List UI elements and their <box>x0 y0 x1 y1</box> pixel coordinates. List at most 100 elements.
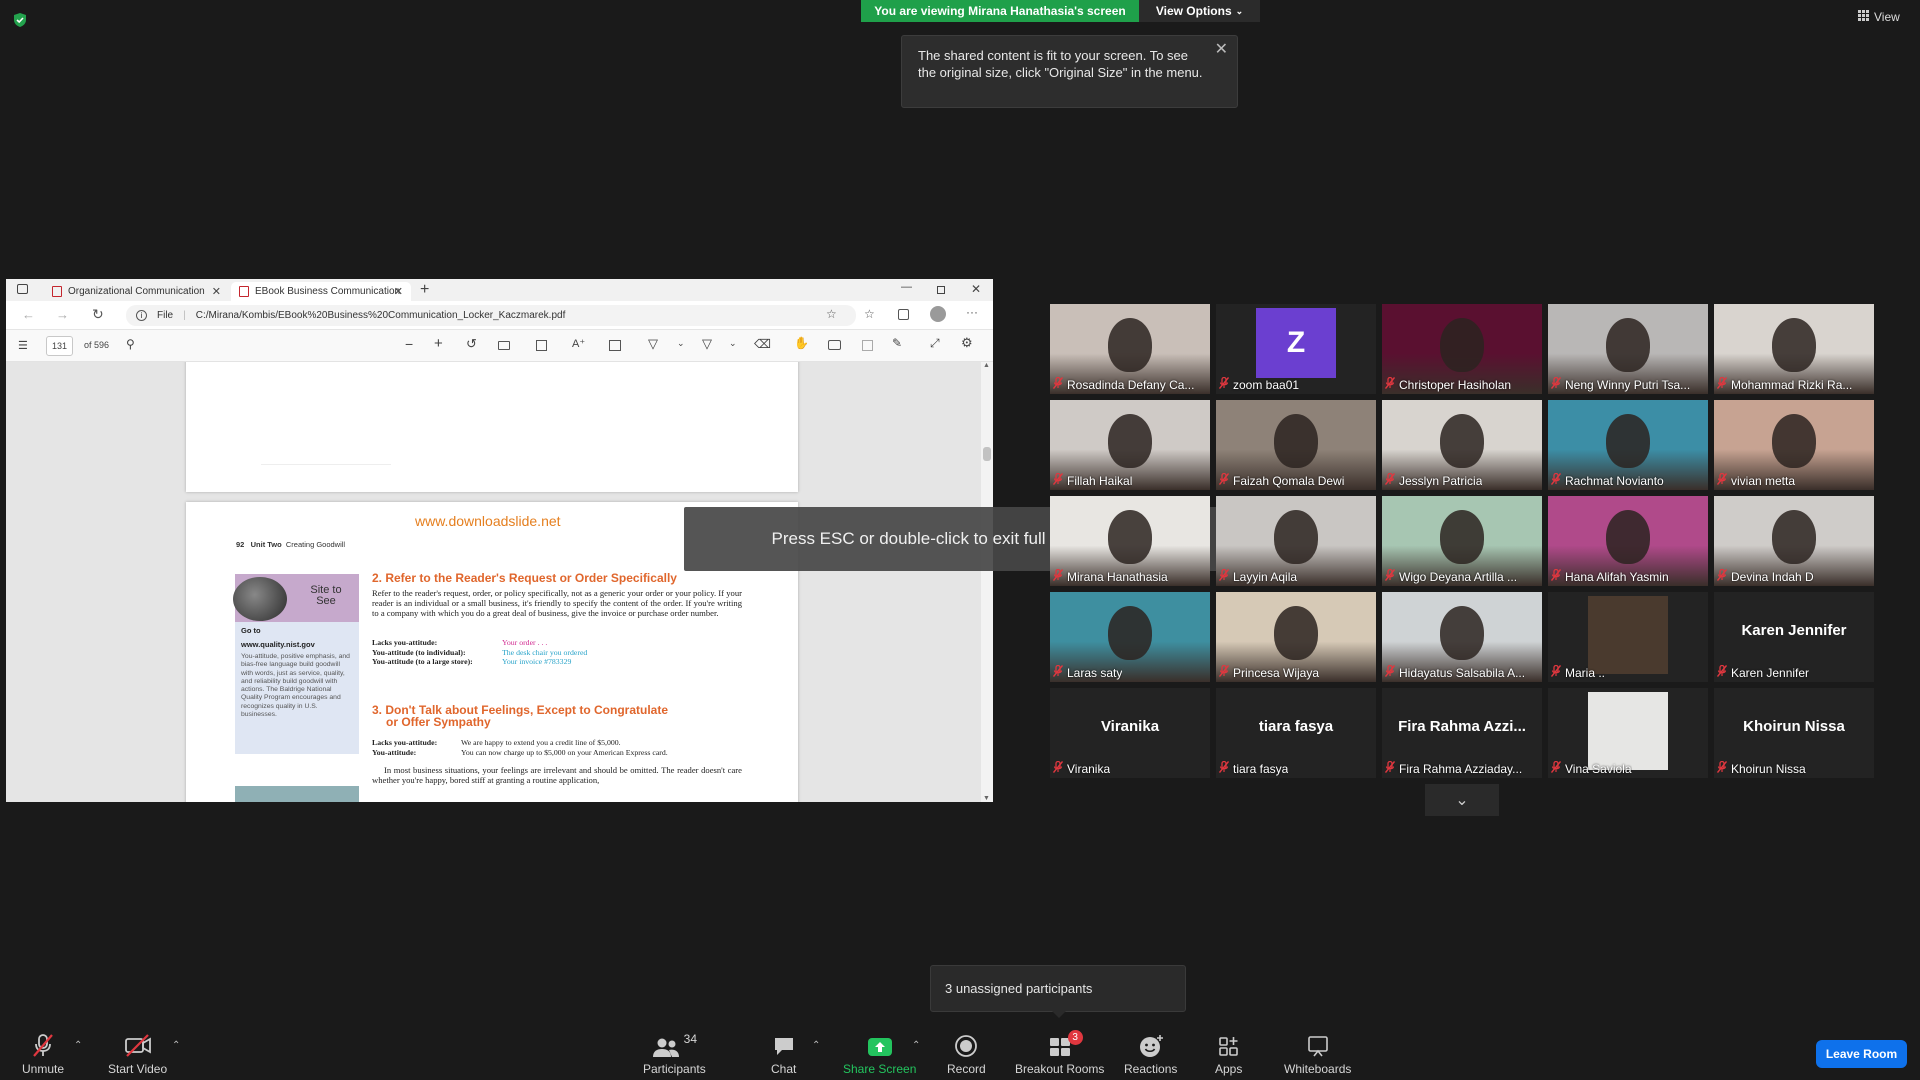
close-tab-icon[interactable]: ✕ <box>212 285 221 298</box>
participant-tile[interactable]: Neng Winny Putri Tsa... <box>1548 304 1708 394</box>
participant-display-name: Fira Rahma Azzi... <box>1398 718 1526 735</box>
participant-tile[interactable]: Zzoom baa01 <box>1216 304 1376 394</box>
fit-page-icon[interactable] <box>498 341 510 350</box>
print-icon[interactable] <box>828 340 841 350</box>
immersive-reader-icon[interactable] <box>609 340 621 351</box>
restore-icon[interactable] <box>937 286 945 294</box>
example-label: Lacks you-attitude: <box>372 738 438 747</box>
scroll-thumb[interactable] <box>983 447 991 461</box>
participant-silhouette <box>1108 510 1152 564</box>
start-video-button[interactable]: Start Video <box>108 1032 167 1076</box>
save-icon[interactable] <box>862 340 873 351</box>
participant-name: Khoirun Nissa <box>1731 761 1806 776</box>
participant-tile[interactable]: Vina Saviola <box>1548 688 1708 778</box>
participant-tile[interactable]: Rosadinda Defany Ca... <box>1050 304 1210 394</box>
favorite-add-icon[interactable]: ☆ <box>826 307 837 321</box>
profile-avatar[interactable] <box>930 306 946 322</box>
more-icon[interactable]: ··· <box>966 305 978 319</box>
zoom-out-icon[interactable]: − <box>405 336 413 352</box>
scroll-up-icon[interactable]: ▲ <box>983 362 990 369</box>
view-button[interactable]: View <box>1858 10 1900 24</box>
participant-tile[interactable]: Fillah Haikal <box>1050 400 1210 490</box>
participant-tile[interactable]: Maria .. <box>1548 592 1708 682</box>
encryption-shield-icon[interactable] <box>12 12 28 28</box>
pdf-viewer[interactable]: www.downloadslide.net 92 Unit Two Creati… <box>6 362 981 802</box>
erase-icon[interactable]: ⌫ <box>754 337 771 351</box>
participant-tile[interactable]: Hana Alifah Yasmin <box>1548 496 1708 586</box>
viewing-screen-banner: You are viewing Mirana Hanathasia's scre… <box>861 0 1139 22</box>
close-icon[interactable]: ✕ <box>1215 41 1228 58</box>
refresh-icon[interactable]: ↻ <box>92 306 104 323</box>
participant-tile[interactable]: Mohammad Rizki Ra... <box>1714 304 1874 394</box>
tab-organizational-communication[interactable]: Organizational Communication ✕ <box>44 282 229 301</box>
share-screen-button[interactable]: Share Screen <box>843 1032 916 1076</box>
participant-tile[interactable]: Fira Rahma Azzi... Fira Rahma Azziaday... <box>1382 688 1542 778</box>
tab-actions-icon[interactable] <box>17 284 28 294</box>
participant-tile[interactable]: Rachmat Novianto <box>1548 400 1708 490</box>
new-tab-icon[interactable]: + <box>420 281 429 299</box>
participant-tile[interactable]: Layyin Aqila <box>1216 496 1376 586</box>
participant-tile[interactable]: Wigo Deyana Artilla ... <box>1382 496 1542 586</box>
read-aloud-icon[interactable]: A⁺ <box>572 337 585 350</box>
record-button[interactable]: Record <box>947 1032 986 1076</box>
participants-button[interactable]: 34 Participants <box>643 1032 706 1076</box>
record-label: Record <box>947 1062 986 1076</box>
participant-tile[interactable]: Laras saty <box>1050 592 1210 682</box>
collections-icon[interactable] <box>898 309 909 320</box>
view-options-button[interactable]: View Options ⌄ <box>1139 0 1260 22</box>
contents-icon[interactable]: ☰ <box>18 339 28 352</box>
page-view-icon[interactable] <box>536 340 547 351</box>
zoom-in-icon[interactable]: + <box>434 335 443 352</box>
favorites-icon[interactable]: ☆ <box>864 307 875 321</box>
chevron-down-icon: ⌄ <box>1235 5 1244 16</box>
participant-tile[interactable]: Karen Jennifer Karen Jennifer <box>1714 592 1874 682</box>
close-tab-icon[interactable]: ✕ <box>394 285 403 298</box>
close-window-icon[interactable]: ✕ <box>971 282 981 296</box>
participant-tile[interactable]: Viranika Viranika <box>1050 688 1210 778</box>
search-icon[interactable]: ⚲ <box>126 337 135 351</box>
participant-tile[interactable]: Khoirun Nissa Khoirun Nissa <box>1714 688 1874 778</box>
url-field[interactable]: i File | C:/Mirana/Kombis/EBook%20Busine… <box>126 305 856 326</box>
chevron-down-icon[interactable]: ⌄ <box>729 338 737 349</box>
breakout-rooms-button[interactable]: 3 Breakout Rooms <box>1015 1030 1104 1076</box>
participant-tile[interactable]: tiara fasya tiara fasya <box>1216 688 1376 778</box>
participant-tile[interactable]: Devina Indah D <box>1714 496 1874 586</box>
chevron-down-icon[interactable]: ⌄ <box>677 338 685 349</box>
participant-tile[interactable]: Princesa Wijaya <box>1216 592 1376 682</box>
apps-button[interactable]: Apps <box>1215 1032 1242 1076</box>
page-number-input[interactable]: 131 <box>46 336 73 356</box>
participant-tile[interactable]: Christoper Hasiholan <box>1382 304 1542 394</box>
participant-name: Princesa Wijaya <box>1233 665 1320 680</box>
forward-icon[interactable]: → <box>56 307 69 322</box>
participant-tile[interactable]: Faizah Qomala Dewi <box>1216 400 1376 490</box>
participant-tile[interactable]: Mirana Hanathasia <box>1050 496 1210 586</box>
tab-ebook-business-communication[interactable]: EBook Business Communication ✕ <box>231 282 411 301</box>
chat-options-caret-icon[interactable]: ⌃ <box>812 1040 820 1051</box>
chat-button[interactable]: Chat <box>771 1032 796 1076</box>
draw-icon[interactable]: ▽ <box>648 336 658 352</box>
gallery-next-page-button[interactable]: ⌄ <box>1425 784 1499 816</box>
leave-room-button[interactable]: Leave Room <box>1816 1040 1907 1068</box>
participant-tile[interactable]: vivian metta <box>1714 400 1874 490</box>
minimize-icon[interactable]: — <box>901 281 912 293</box>
rotate-icon[interactable]: ↺ <box>466 336 477 352</box>
scroll-down-icon[interactable]: ▼ <box>983 795 990 802</box>
video-options-caret-icon[interactable]: ⌃ <box>172 1040 180 1051</box>
touch-icon[interactable]: ✋ <box>794 336 809 350</box>
participant-tile[interactable]: Hidayatus Salsabila A... <box>1382 592 1542 682</box>
pdf-scrollbar[interactable]: ▲ ▼ <box>981 362 993 802</box>
unassigned-participants-popup[interactable]: 3 unassigned participants <box>930 965 1186 1012</box>
settings-gear-icon[interactable]: ⚙ <box>961 335 973 351</box>
reactions-button[interactable]: Reactions <box>1124 1032 1177 1076</box>
audio-options-caret-icon[interactable]: ⌃ <box>74 1040 82 1051</box>
highlight-icon[interactable]: ▽ <box>702 336 712 352</box>
back-icon[interactable]: ← <box>22 307 35 322</box>
participant-tile[interactable]: Jesslyn Patricia <box>1382 400 1542 490</box>
save-as-icon[interactable]: ✎ <box>892 336 902 350</box>
share-options-caret-icon[interactable]: ⌃ <box>912 1040 920 1051</box>
chevron-down-icon: ⌄ <box>1455 792 1469 809</box>
whiteboards-button[interactable]: Whiteboards <box>1284 1032 1351 1076</box>
fullscreen-icon[interactable]: ⤢ <box>930 336 940 351</box>
record-icon <box>954 1032 978 1058</box>
unmute-button[interactable]: Unmute <box>22 1032 64 1076</box>
